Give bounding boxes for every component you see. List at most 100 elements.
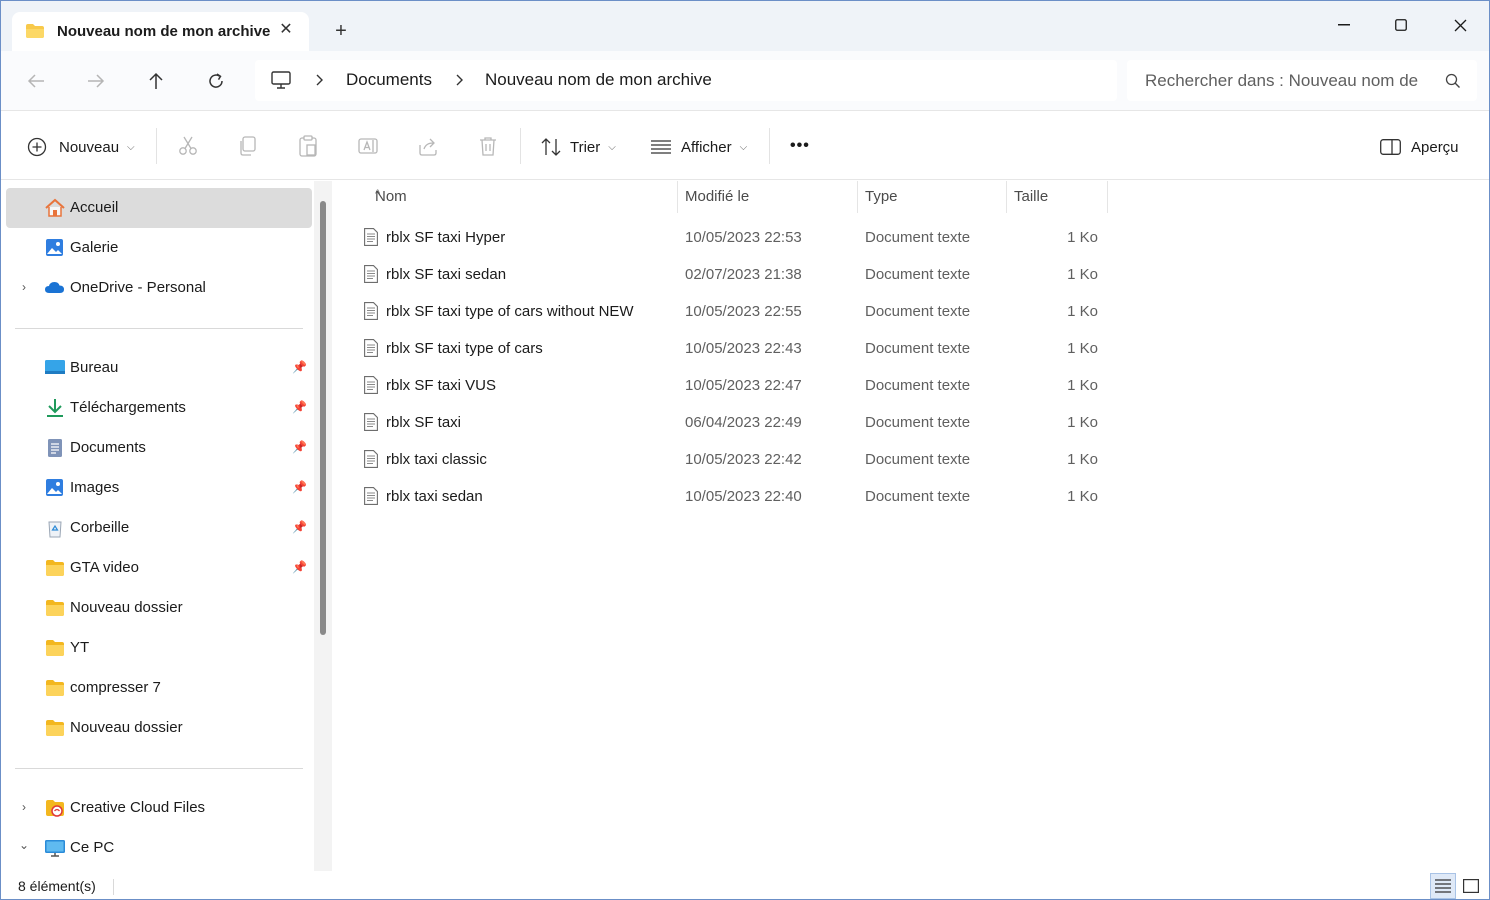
pin-icon[interactable]: 📌	[292, 560, 307, 574]
file-modified: 10/05/2023 22:42	[685, 451, 802, 468]
close-window-button[interactable]	[1445, 11, 1475, 39]
images-icon	[46, 479, 63, 496]
address-bar[interactable]: Documents Nouveau nom de mon archive	[255, 60, 1117, 101]
up-button[interactable]	[143, 68, 169, 94]
file-name[interactable]: rblx SF taxi type of cars	[386, 340, 543, 357]
folder-icon	[46, 640, 64, 656]
sidebar-item-telechargements[interactable]: Téléchargements 📌	[6, 388, 312, 428]
column-header-size[interactable]: Taille	[1006, 181, 1108, 213]
forward-button[interactable]	[83, 68, 109, 94]
paste-icon[interactable]	[297, 135, 319, 157]
preview-pane-button[interactable]: Aperçu	[1380, 134, 1459, 160]
cut-icon[interactable]	[177, 135, 199, 157]
view-button[interactable]: Afficher ⌵	[651, 134, 747, 160]
text-file-icon	[364, 228, 378, 246]
sidebar-item-label: GTA video	[70, 559, 139, 576]
column-header-type[interactable]: Type	[857, 181, 1007, 213]
rename-icon[interactable]	[357, 135, 379, 157]
file-modified: 02/07/2023 21:38	[685, 266, 802, 283]
table-row[interactable]: rblx SF taxi type of cars without NEW 10/…	[356, 295, 1116, 331]
sidebar-item-documents[interactable]: Documents 📌	[6, 428, 312, 468]
gallery-icon	[46, 239, 63, 256]
folder-icon	[46, 600, 64, 616]
file-type: Document texte	[865, 414, 971, 431]
file-name[interactable]: rblx SF taxi Hyper	[386, 229, 505, 246]
file-name[interactable]: rblx SF taxi sedan	[386, 266, 506, 283]
file-name[interactable]: rblx SF taxi type of cars without NEW	[386, 303, 634, 320]
sidebar-item-images[interactable]: Images 📌	[6, 468, 312, 508]
file-name[interactable]: rblx SF taxi VUS	[386, 377, 496, 394]
column-header-name[interactable]: ^ Nom	[367, 181, 678, 213]
file-name[interactable]: rblx SF taxi	[386, 414, 461, 431]
sidebar-divider	[15, 768, 303, 769]
pin-icon[interactable]: 📌	[292, 520, 307, 534]
table-row[interactable]: rblx SF taxi type of cars 10/05/2023 22:4…	[356, 332, 1116, 368]
more-options-button[interactable]: •••	[790, 133, 810, 159]
file-name[interactable]: rblx taxi classic	[386, 451, 487, 468]
pin-icon[interactable]: 📌	[292, 480, 307, 494]
sidebar-item-compresser-7[interactable]: compresser 7	[6, 668, 312, 708]
file-name[interactable]: rblx taxi sedan	[386, 488, 483, 505]
sidebar-item-onedrive[interactable]: › OneDrive - Personal	[6, 268, 312, 308]
search-icon[interactable]	[1445, 73, 1461, 89]
desktop-icon	[45, 360, 65, 374]
sidebar-item-nouveau-dossier-2[interactable]: Nouveau dossier	[6, 708, 312, 748]
sidebar-item-nouveau-dossier[interactable]: Nouveau dossier	[6, 588, 312, 628]
sidebar-item-bureau[interactable]: Bureau 📌	[6, 348, 312, 388]
pin-icon[interactable]: 📌	[292, 360, 307, 374]
maximize-button[interactable]	[1386, 11, 1416, 39]
chevron-right-icon[interactable]	[453, 73, 467, 87]
table-row[interactable]: rblx SF taxi 06/04/2023 22:49 Document tex…	[356, 406, 1116, 442]
file-type: Document texte	[865, 488, 971, 505]
chevron-right-icon[interactable]: ›	[18, 800, 30, 814]
refresh-button[interactable]	[203, 68, 229, 94]
pin-icon[interactable]: 📌	[292, 440, 307, 454]
tab-current-folder[interactable]: Nouveau nom de mon archive ✕	[12, 12, 309, 51]
delete-icon[interactable]	[477, 135, 499, 157]
new-button[interactable]: Nouveau ⌵	[27, 134, 135, 160]
file-modified: 10/05/2023 22:40	[685, 488, 802, 505]
share-icon[interactable]	[417, 135, 439, 157]
column-header-label: Type	[865, 188, 898, 205]
scrollbar-thumb[interactable]	[320, 201, 326, 635]
table-row[interactable]: rblx SF taxi Hyper 10/05/2023 22:53 Docume…	[356, 221, 1116, 257]
computer-icon[interactable]	[271, 70, 291, 90]
table-row[interactable]: rblx taxi classic 10/05/2023 22:42 Documen…	[356, 443, 1116, 479]
minimize-icon	[1338, 24, 1350, 26]
pin-icon[interactable]: 📌	[292, 400, 307, 414]
table-row[interactable]: rblx SF taxi sedan 02/07/2023 21:38 Docume…	[356, 258, 1116, 294]
back-button[interactable]	[23, 68, 49, 94]
sidebar-item-creative-cloud[interactable]: › Creative Cloud Files	[6, 788, 312, 828]
search-box[interactable]: Rechercher dans : Nouveau nom de	[1127, 60, 1477, 101]
sidebar-scrollbar[interactable]	[314, 181, 332, 871]
maximize-icon	[1395, 19, 1407, 31]
plus-icon[interactable]: +	[331, 21, 351, 41]
minimize-button[interactable]	[1329, 11, 1359, 39]
sort-button[interactable]: Trier ⌵	[541, 134, 616, 160]
close-icon[interactable]: ✕	[278, 22, 294, 38]
sidebar-item-corbeille[interactable]: Corbeille 📌	[6, 508, 312, 548]
tiles-view-button[interactable]	[1458, 873, 1484, 899]
file-type: Document texte	[865, 340, 971, 357]
chevron-right-icon[interactable]	[313, 73, 327, 87]
search-input[interactable]: Rechercher dans : Nouveau nom de	[1145, 71, 1418, 91]
sidebar-item-accueil[interactable]: Accueil	[6, 188, 312, 228]
sidebar-item-yt[interactable]: YT	[6, 628, 312, 668]
sidebar-item-label: OneDrive - Personal	[70, 279, 206, 296]
breadcrumb-documents[interactable]: Documents	[346, 70, 432, 90]
chevron-down-icon[interactable]: ⌄	[18, 838, 30, 852]
copy-icon[interactable]	[237, 135, 259, 157]
more-icon: •••	[790, 137, 810, 154]
chevron-right-icon[interactable]: ›	[18, 280, 30, 294]
sidebar-item-gta-video[interactable]: GTA video 📌	[6, 548, 312, 588]
chevron-down-icon: ⌵	[127, 141, 135, 153]
breadcrumb-current-folder[interactable]: Nouveau nom de mon archive	[485, 70, 712, 90]
table-row[interactable]: rblx taxi sedan 10/05/2023 22:40 Document …	[356, 480, 1116, 516]
column-header-modified[interactable]: Modifié le	[677, 181, 858, 213]
file-modified: 10/05/2023 22:53	[685, 229, 802, 246]
sidebar-item-ce-pc[interactable]: ⌄ Ce PC	[6, 828, 312, 868]
navigation-pane: Accueil Galerie › OneDrive - Personal Bu…	[1, 181, 331, 871]
details-view-button[interactable]	[1430, 873, 1456, 899]
table-row[interactable]: rblx SF taxi VUS 10/05/2023 22:47 Document…	[356, 369, 1116, 405]
sidebar-item-galerie[interactable]: Galerie	[6, 228, 312, 268]
